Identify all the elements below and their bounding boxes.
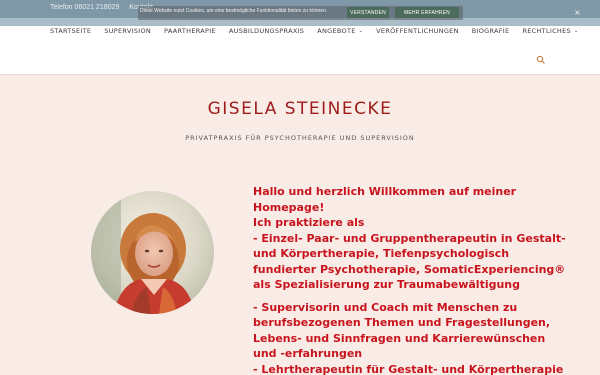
nav-item-veroeffentlichungen[interactable]: VERÖFFENTLICHUNGEN	[376, 27, 459, 35]
portrait-photo	[91, 191, 214, 314]
nav-item-startseite[interactable]: STARTSEITE	[50, 27, 91, 35]
cookie-more-button[interactable]: MEHR ERFAHREN	[395, 7, 459, 18]
cookie-close-icon[interactable]: ×	[574, 8, 581, 17]
cookie-accept-button[interactable]: VERSTANDEN	[347, 7, 389, 18]
nav-label: STARTSEITE	[50, 27, 92, 35]
site-tagline: PRIVATPRAXIS FÜR PSYCHOTHERAPIE UND SUPE…	[185, 134, 415, 142]
nav-item-rechtliches[interactable]: RECHTLICHES ⌄	[522, 27, 578, 35]
nav-divider	[0, 74, 600, 75]
welcome-text: Hallo und herzlich Willkommen auf meiner…	[253, 184, 566, 375]
nav-label: SUPERVISION	[104, 27, 152, 35]
site-title[interactable]: GISELA STEINECKE	[0, 99, 600, 119]
nav-label: RECHTLICHES	[522, 27, 571, 35]
welcome-line: Hallo und herzlich Willkommen auf meiner	[253, 185, 517, 198]
nav-item-paartherapie[interactable]: PAARTHERAPIE	[164, 27, 216, 35]
nav-menu: STARTSEITE SUPERVISION PAARTHERAPIE AUSB…	[50, 27, 591, 35]
welcome-line: und Körpertherapie, Tiefenpsychologisch	[253, 247, 510, 260]
nav-label: BIOGRAFIE	[471, 27, 510, 35]
welcome-paragraph: Hallo und herzlich Willkommen auf meiner…	[253, 184, 566, 293]
cookie-text: Diese Website nutzt Cookies, um eine bes…	[140, 8, 328, 14]
supervision-line: - Supervisorin und Coach mit Menschen zu	[253, 300, 518, 314]
nav-label: AUSBILDUNGSPRAXIS	[228, 27, 305, 35]
welcome-line: Homepage!	[253, 200, 325, 214]
phone-link[interactable]: Telefon 06021 218029	[50, 4, 119, 11]
nav-item-ausbildungspraxis[interactable]: AUSBILDUNGSPRAXIS	[229, 27, 304, 35]
supervision-line: berufsbezogenen Themen und Fragestellung…	[253, 316, 551, 329]
welcome-line: fundierter Psychotherapie, SomaticExperi…	[253, 262, 566, 276]
nav-label: PAARTHERAPIE	[164, 27, 216, 35]
chevron-down-icon: ⌄	[358, 28, 364, 34]
search-icon[interactable]	[536, 55, 546, 65]
supervision-paragraph: - Supervisorin und Coach mit Menschen zu…	[253, 300, 564, 375]
nav-item-biografie[interactable]: BIOGRAFIE	[472, 27, 510, 35]
welcome-line: Ich praktiziere als	[253, 216, 365, 229]
welcome-line: als Spezialisierung zur Traumabewältigun…	[253, 278, 521, 291]
welcome-line: - Einzel- Paar- und Gruppentherapeutin i…	[253, 231, 566, 245]
nav-label: ANGEBOTE	[317, 27, 356, 35]
nav-item-angebote[interactable]: ANGEBOTE ⌄	[317, 27, 363, 35]
nav-label: VERÖFFENTLICHUNGEN	[376, 27, 459, 35]
supervision-line: Lebens- und Sinnfragen und Karrierewünsc…	[253, 331, 546, 345]
supervision-line: - Lehrtherapeutin für Gestalt- und Körpe…	[253, 362, 564, 375]
chevron-down-icon: ⌄	[573, 28, 579, 34]
nav-item-supervision[interactable]: SUPERVISION	[104, 27, 151, 35]
supervision-line: und -erfahrungen	[253, 347, 363, 360]
